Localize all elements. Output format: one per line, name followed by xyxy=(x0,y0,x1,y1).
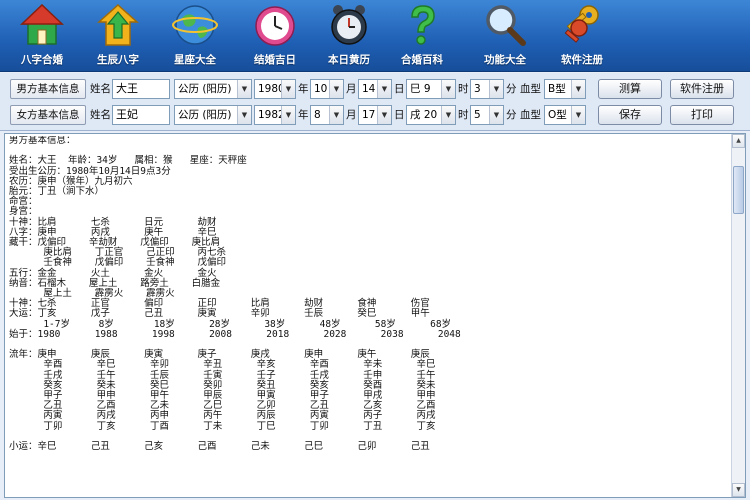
chevron-down-icon: ▼ xyxy=(571,106,585,124)
female-name-input[interactable]: 王妃 xyxy=(112,105,170,125)
toolbar-label: 结婚吉日 xyxy=(254,54,296,66)
female-calendar-value: 公历 (阳历) xyxy=(178,109,232,121)
globe-icon xyxy=(172,5,218,45)
male-hour-unit: 时 xyxy=(458,83,469,95)
chevron-down-icon: ▼ xyxy=(377,80,391,98)
male-blood-label: 血型 xyxy=(520,83,541,95)
input-form-panel: 男方基本信息 姓名 大王 公历 (阳历) ▼ 1980 ▼ 年 10 ▼ 月 14 ▼ … xyxy=(0,73,750,131)
toolbar-label: 星座大全 xyxy=(174,54,216,66)
chevron-down-icon: ▼ xyxy=(441,80,455,98)
alarm-clock-icon xyxy=(331,5,367,45)
male-section-label: 男方基本信息 xyxy=(10,79,86,99)
female-month-value: 8 xyxy=(314,109,321,121)
female-day-select[interactable]: 17 ▼ xyxy=(358,105,392,125)
toolbar-label: 软件注册 xyxy=(561,54,603,66)
print-button[interactable]: 打印 xyxy=(670,105,734,125)
chevron-down-icon: ▼ xyxy=(329,106,343,124)
scroll-up-arrow-icon[interactable]: ▲ xyxy=(732,134,745,148)
up-arrow-house-icon xyxy=(97,3,139,46)
chevron-down-icon: ▼ xyxy=(237,80,251,98)
male-day-value: 14 xyxy=(362,83,376,95)
toolbar-label: 合婚百科 xyxy=(401,54,443,66)
female-hour-select[interactable]: 戌 20 ▼ xyxy=(406,105,456,125)
toolbar-label: 本日黄历 xyxy=(328,54,370,66)
clock-icon xyxy=(255,6,295,46)
female-hour-value: 戌 20 xyxy=(410,109,438,121)
female-name-label: 姓名 xyxy=(90,109,111,121)
male-day-select[interactable]: 14 ▼ xyxy=(358,79,392,99)
result-textarea[interactable]: 男方基本信息： 姓名：大王 年龄：34岁 属相：猴 星座：天秤座 受出生公历：1… xyxy=(4,133,746,498)
female-calendar-select[interactable]: 公历 (阳历) ▼ xyxy=(174,105,252,125)
male-hour-value: 巳 9 xyxy=(410,83,431,95)
male-calendar-select[interactable]: 公历 (阳历) ▼ xyxy=(174,79,252,99)
chevron-down-icon: ▼ xyxy=(441,106,455,124)
male-minute-value: 3 xyxy=(474,83,481,95)
toolbar-label: 功能大全 xyxy=(484,54,526,66)
female-blood-label: 血型 xyxy=(520,109,541,121)
chevron-down-icon: ▼ xyxy=(281,80,295,98)
male-month-unit: 月 xyxy=(346,83,357,95)
male-year-unit: 年 xyxy=(298,83,309,95)
chevron-down-icon: ▼ xyxy=(281,106,295,124)
chevron-down-icon: ▼ xyxy=(237,106,251,124)
male-info-row: 男方基本信息 姓名 大王 公历 (阳历) ▼ 1980 ▼ 年 10 ▼ 月 14 ▼ … xyxy=(8,79,738,101)
chevron-down-icon: ▼ xyxy=(489,106,503,124)
female-blood-select[interactable]: O型 ▼ xyxy=(544,105,586,125)
female-section-label: 女方基本信息 xyxy=(10,105,86,125)
toolbar-jiehun-jiri[interactable]: 结婚吉日 xyxy=(235,0,315,72)
calculate-button[interactable]: 测算 xyxy=(598,79,662,99)
register-button[interactable]: 软件注册 xyxy=(670,79,734,99)
chevron-down-icon: ▼ xyxy=(489,80,503,98)
question-mark-icon xyxy=(411,5,435,45)
vertical-scrollbar[interactable]: ▲ ▼ xyxy=(731,134,745,497)
toolbar-xingzuo-daquan[interactable]: 星座大全 xyxy=(155,0,235,72)
toolbar-ruanjian-zhuce[interactable]: 软件注册 xyxy=(542,0,622,72)
toolbar-label: 生辰八字 xyxy=(97,54,139,66)
scrollbar-thumb[interactable] xyxy=(733,166,744,214)
female-hour-unit: 时 xyxy=(458,109,469,121)
keys-icon xyxy=(564,5,599,43)
male-blood-value: B型 xyxy=(548,83,566,95)
male-day-unit: 日 xyxy=(394,83,405,95)
house-icon xyxy=(20,3,64,45)
male-name-label: 姓名 xyxy=(90,83,111,95)
toolbar-hehun-baike[interactable]: 合婚百科 xyxy=(382,0,462,72)
male-name-input[interactable]: 大王 xyxy=(112,79,170,99)
male-minute-select[interactable]: 3 ▼ xyxy=(470,79,504,99)
save-button[interactable]: 保存 xyxy=(598,105,662,125)
chevron-down-icon: ▼ xyxy=(329,80,343,98)
toolbar-benri-huangli[interactable]: 本日黄历 xyxy=(309,0,389,72)
male-minute-unit: 分 xyxy=(506,83,517,95)
female-year-select[interactable]: 1982 ▼ xyxy=(254,105,296,125)
female-minute-select[interactable]: 5 ▼ xyxy=(470,105,504,125)
male-year-select[interactable]: 1980 ▼ xyxy=(254,79,296,99)
female-day-value: 17 xyxy=(362,109,376,121)
male-month-value: 10 xyxy=(314,83,328,95)
female-blood-value: O型 xyxy=(548,109,567,121)
toolbar-gongneng-daquan[interactable]: 功能大全 xyxy=(465,0,545,72)
chevron-down-icon: ▼ xyxy=(571,80,585,98)
female-month-unit: 月 xyxy=(346,109,357,121)
male-month-select[interactable]: 10 ▼ xyxy=(310,79,344,99)
main-toolbar: 八字合婚 生辰八字 星座大全 结婚吉日 本日黄历 合婚百科 功能大全 软件注册 xyxy=(0,0,750,72)
female-info-row: 女方基本信息 姓名 王妃 公历 (阳历) ▼ 1982 ▼ 年 8 ▼ 月 17 ▼ 日… xyxy=(8,105,738,127)
female-year-unit: 年 xyxy=(298,109,309,121)
result-text: 男方基本信息： 姓名：大王 年龄：34岁 属相：猴 星座：天秤座 受出生公历：1… xyxy=(9,136,461,453)
chevron-down-icon: ▼ xyxy=(377,106,391,124)
female-minute-value: 5 xyxy=(474,109,481,121)
toolbar-bazi-hehun[interactable]: 八字合婚 xyxy=(2,0,82,72)
scroll-down-arrow-icon[interactable]: ▼ xyxy=(732,483,745,497)
male-blood-select[interactable]: B型 ▼ xyxy=(544,79,586,99)
male-calendar-value: 公历 (阳历) xyxy=(178,83,232,95)
toolbar-shengchen-bazi[interactable]: 生辰八字 xyxy=(78,0,158,72)
toolbar-label: 八字合婚 xyxy=(21,54,63,66)
male-hour-select[interactable]: 巳 9 ▼ xyxy=(406,79,456,99)
female-day-unit: 日 xyxy=(394,109,405,121)
female-minute-unit: 分 xyxy=(506,109,517,121)
female-month-select[interactable]: 8 ▼ xyxy=(310,105,344,125)
magnifier-icon xyxy=(486,5,526,46)
